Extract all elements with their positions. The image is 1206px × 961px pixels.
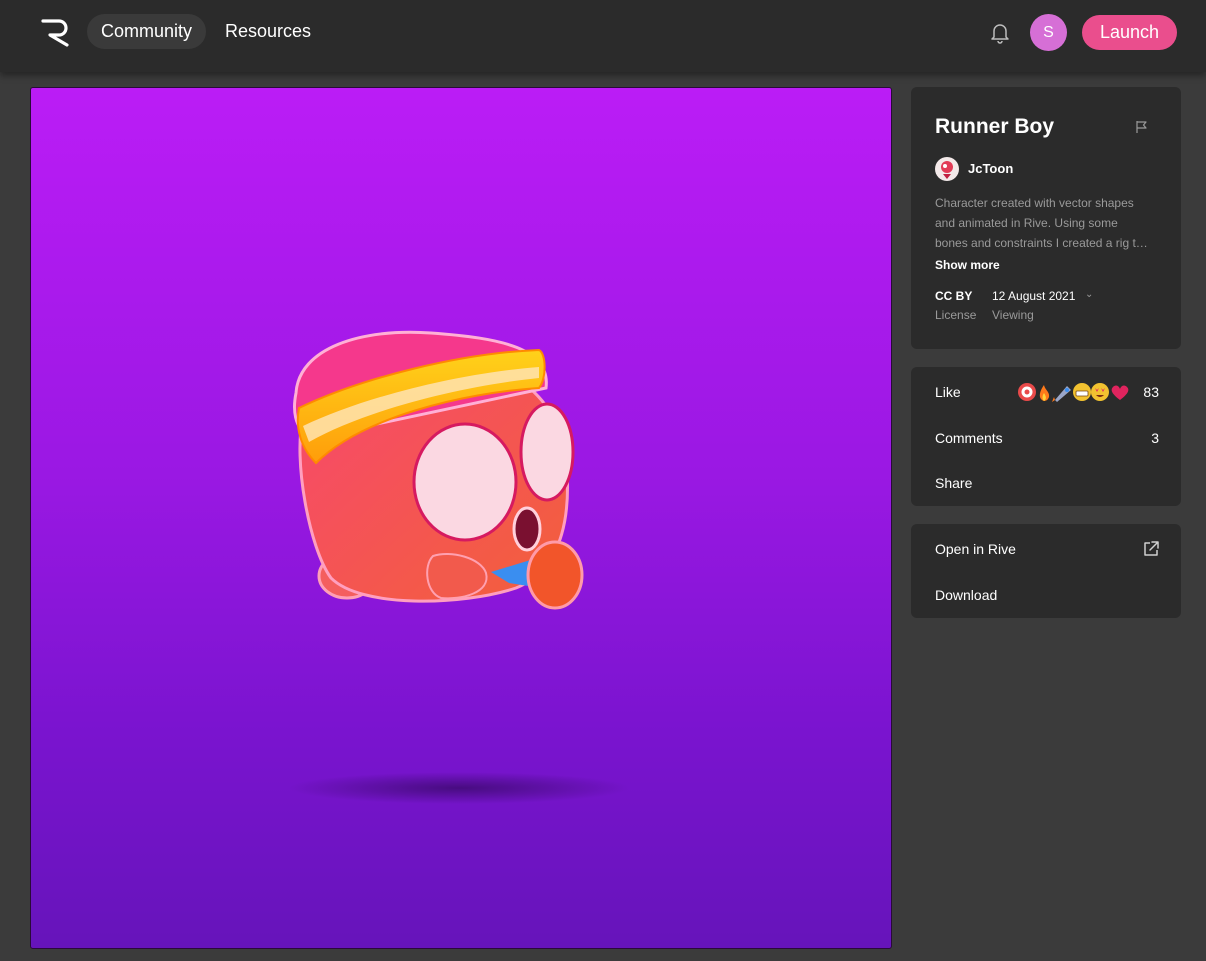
runner-boy-artwork	[289, 330, 629, 804]
ground-shadow	[289, 772, 629, 804]
fire-emoji	[1039, 385, 1050, 401]
nav-resources[interactable]: Resources	[225, 14, 311, 49]
description-line: Character created with vector shapes	[935, 196, 1134, 210]
project-info-panel: Runner Boy JcToon Character created with…	[911, 87, 1181, 349]
project-title: Runner Boy	[935, 115, 1055, 138]
bell-icon[interactable]	[988, 20, 1012, 44]
description-line: bones and constraints I created a rig t…	[935, 236, 1148, 250]
rocket-emoji	[1052, 386, 1071, 402]
nav-community[interactable]: Community	[87, 14, 207, 49]
top-navigation-bar: Community Resources S Launch	[0, 0, 1206, 72]
date-value[interactable]: 12 August 2021	[992, 289, 1075, 303]
comments-count: 3	[1151, 430, 1159, 446]
rive-logo-icon[interactable]	[40, 16, 72, 48]
share-button[interactable]: Share	[935, 475, 972, 491]
heart-eyes-emoji	[1091, 383, 1109, 401]
download-button[interactable]: Download	[935, 587, 997, 603]
target-emoji	[1018, 383, 1036, 401]
user-avatar[interactable]: S	[1030, 14, 1067, 51]
actions-panel: Open in Rive Download	[911, 524, 1181, 618]
show-more-link[interactable]: Show more	[935, 258, 1000, 272]
description-line: and animated in Rive. Using some	[935, 216, 1118, 230]
heart-emoji	[1111, 385, 1129, 400]
license-label: License	[935, 308, 977, 322]
like-button[interactable]: Like	[935, 384, 961, 400]
reaction-icons[interactable]	[1017, 382, 1131, 402]
flag-icon[interactable]	[1135, 120, 1149, 134]
open-in-rive-button[interactable]: Open in Rive	[935, 541, 1016, 557]
artwork-canvas[interactable]	[30, 87, 892, 949]
character-eye-left	[412, 422, 518, 542]
like-count: 83	[1143, 384, 1159, 400]
date-label: Viewing	[992, 308, 1034, 322]
author-name[interactable]: JcToon	[968, 161, 1013, 176]
external-link-icon[interactable]	[1142, 540, 1160, 558]
comments-button[interactable]: Comments	[935, 430, 1003, 446]
character-mouth	[512, 506, 542, 552]
social-panel: Like 83 Comments 3 Share	[911, 367, 1181, 506]
character-front-foot	[526, 540, 584, 610]
launch-button[interactable]: Launch	[1082, 15, 1177, 50]
character-eye-right	[519, 402, 575, 502]
chevron-down-icon[interactable]: ⌄	[1085, 289, 1093, 300]
project-description: Character created with vector shapes and…	[935, 193, 1161, 253]
author-avatar[interactable]	[935, 157, 959, 181]
license-value: CC BY	[935, 289, 973, 303]
grimace-emoji	[1073, 383, 1091, 401]
